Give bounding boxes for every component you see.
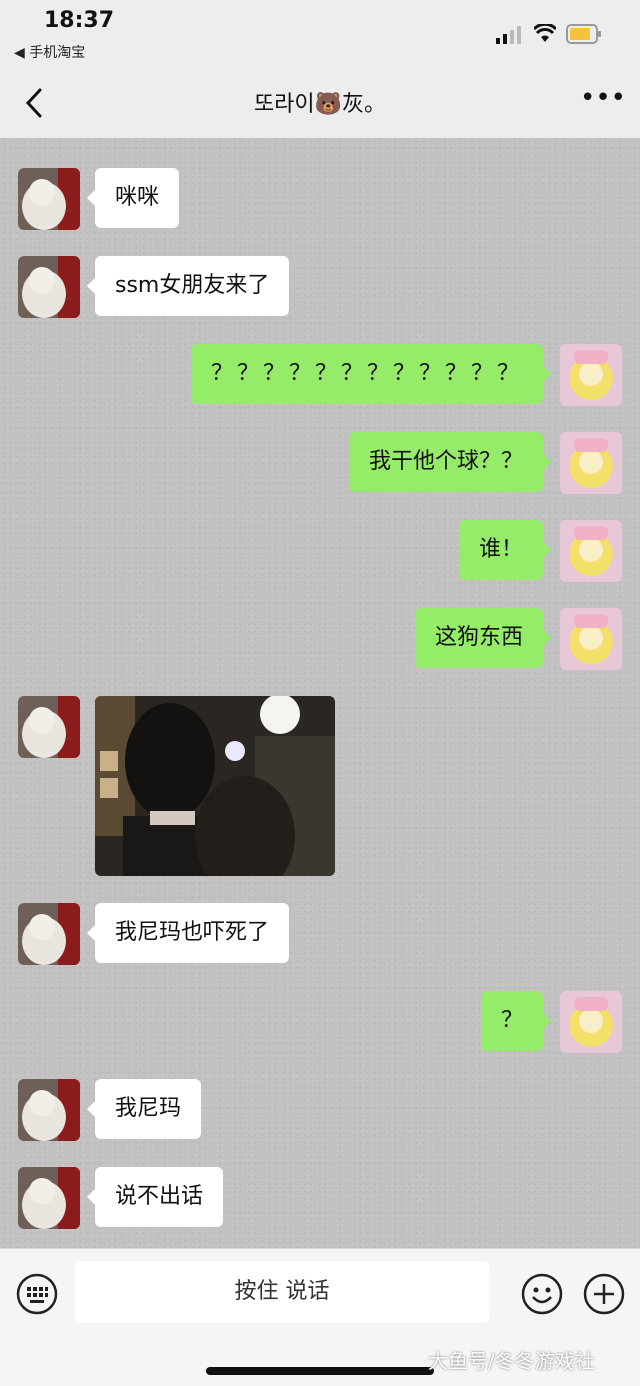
message-bubble[interactable]: 我尼玛	[86, 1079, 202, 1139]
contact-avatar[interactable]	[18, 168, 80, 230]
message-bubble[interactable]: 这狗东西	[414, 608, 552, 668]
contact-avatar[interactable]	[18, 1079, 80, 1141]
back-to-app-link[interactable]: ◀ 手机淘宝	[14, 42, 85, 62]
message-bubble[interactable]: ？？？？？？？？？？？？	[190, 344, 552, 404]
contact-avatar[interactable]	[18, 696, 80, 758]
status-time: 18:37	[44, 8, 115, 33]
message-bubble[interactable]: 谁！	[458, 520, 552, 580]
my-avatar[interactable]	[560, 991, 622, 1053]
emoji-icon[interactable]	[521, 1273, 563, 1315]
hold-to-talk-button[interactable]: 按住 说话	[75, 1261, 489, 1323]
my-avatar[interactable]	[560, 432, 622, 494]
my-avatar[interactable]	[560, 520, 622, 582]
contact-avatar[interactable]	[18, 903, 80, 965]
status-bar: 18:37 ◀ 手机淘宝	[0, 0, 640, 66]
chat-header: 또라이🐻灰。 •••	[0, 66, 640, 139]
message-bubble[interactable]: 我尼玛也吓死了	[86, 903, 290, 963]
my-avatar[interactable]	[560, 344, 622, 406]
home-indicator[interactable]	[206, 1367, 434, 1375]
wifi-icon	[534, 24, 556, 42]
message-bubble[interactable]: ？	[480, 991, 552, 1051]
message-bubble[interactable]: 咪咪	[86, 168, 180, 228]
contact-avatar[interactable]	[18, 256, 80, 318]
plus-icon[interactable]	[583, 1273, 625, 1315]
image-message[interactable]	[95, 696, 335, 876]
contact-avatar[interactable]	[18, 1167, 80, 1229]
message-bubble[interactable]: ssm女朋友来了	[86, 256, 290, 316]
chat-title: 또라이🐻灰。	[253, 92, 387, 117]
keyboard-icon[interactable]	[16, 1273, 58, 1315]
watermark-text: 大鱼号/冬冬游戏社	[428, 1349, 595, 1373]
battery-icon	[566, 24, 601, 44]
my-avatar[interactable]	[560, 608, 622, 670]
input-bar: 按住 说话 大鱼号/冬冬游戏社	[0, 1248, 640, 1386]
signal-icon	[496, 26, 521, 44]
message-bubble[interactable]: 我干他个球？？	[348, 432, 552, 492]
more-icon[interactable]: •••	[580, 85, 626, 116]
chat-messages[interactable]: 咪咪 ssm女朋友来了 ？？？？？？？？？？？？ 我干他个球？？ 谁！ 这狗东西	[0, 138, 640, 1248]
message-bubble[interactable]: 说不出话	[86, 1167, 224, 1227]
